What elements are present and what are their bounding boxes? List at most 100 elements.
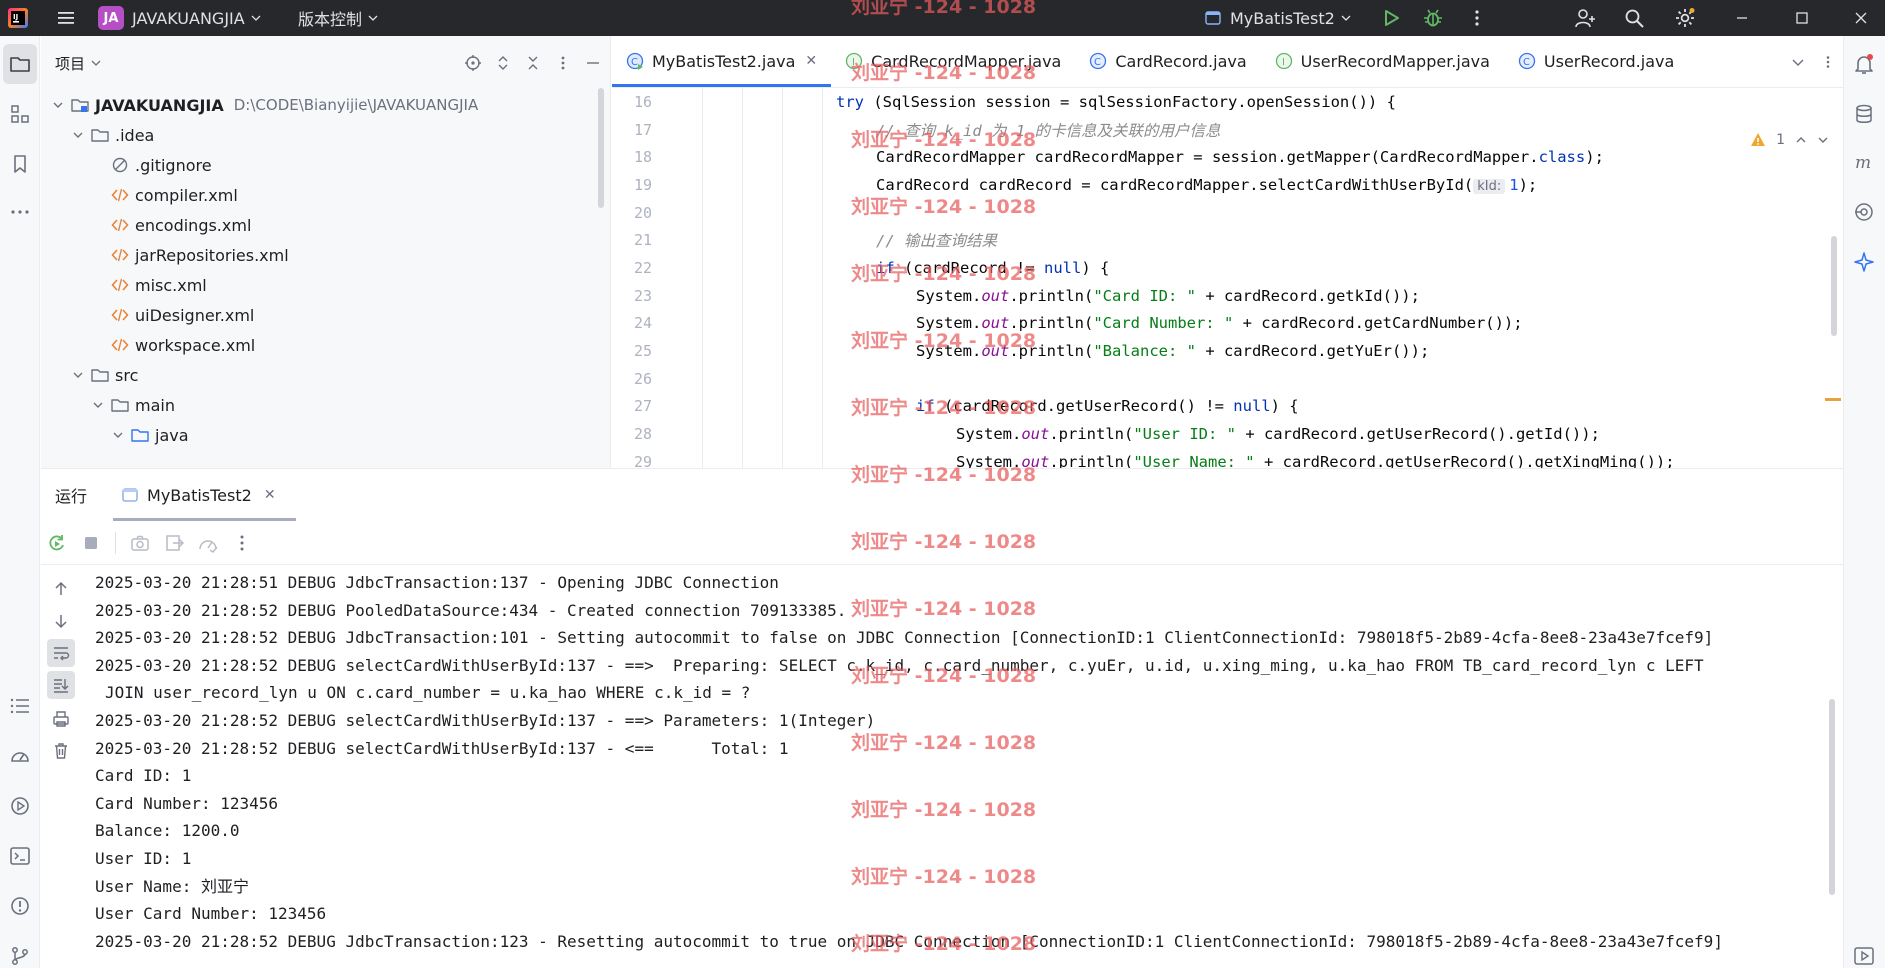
terminal-tool-button[interactable] bbox=[0, 836, 40, 876]
main-menu-button[interactable] bbox=[48, 0, 84, 36]
tree-item-main[interactable]: main bbox=[41, 390, 610, 420]
run-tool-button[interactable] bbox=[1844, 936, 1884, 968]
database-button[interactable] bbox=[1844, 94, 1884, 134]
chevron-down-icon[interactable] bbox=[91, 398, 105, 412]
hide-panel-icon[interactable] bbox=[584, 54, 602, 72]
maximize-icon[interactable] bbox=[1784, 0, 1820, 36]
tab-cardrecord[interactable]: C CardRecord.java bbox=[1075, 36, 1260, 87]
coverage-icon[interactable] bbox=[198, 533, 218, 553]
tree-item-idea[interactable]: .idea bbox=[41, 120, 610, 150]
chevron-down-icon[interactable] bbox=[71, 128, 85, 142]
tree-item-jarrepositories-xml[interactable]: jarRepositories.xml bbox=[41, 240, 610, 270]
tree-item-compiler-xml[interactable]: compiler.xml bbox=[41, 180, 610, 210]
endpoints-button[interactable] bbox=[1844, 192, 1884, 232]
locate-file-icon[interactable] bbox=[464, 54, 482, 72]
tree-item-javakuangjia[interactable]: JAVAKUANGJIA D:\CODE\Bianyijie\JAVAKUANGJ… bbox=[41, 90, 610, 120]
scroll-up-button[interactable] bbox=[47, 575, 75, 603]
project-pane-title[interactable]: 项目 bbox=[55, 53, 85, 74]
console-scrollbar[interactable] bbox=[1829, 699, 1835, 895]
chevron-down-icon[interactable] bbox=[91, 58, 101, 68]
search-button[interactable] bbox=[1616, 0, 1652, 36]
ai-assistant-button[interactable] bbox=[1844, 242, 1884, 282]
close-icon[interactable]: ✕ bbox=[805, 53, 817, 69]
tab-userrecordmapper[interactable]: I UserRecordMapper.java bbox=[1261, 36, 1504, 87]
print-button[interactable] bbox=[47, 705, 75, 733]
debug-bug-icon[interactable] bbox=[1415, 0, 1451, 36]
tree-item-uidesigner-xml[interactable]: uiDesigner.xml bbox=[41, 300, 610, 330]
run-button[interactable] bbox=[1373, 0, 1409, 36]
search-icon[interactable] bbox=[1616, 0, 1652, 36]
svg-text:I: I bbox=[852, 57, 855, 68]
code-with-me-button[interactable] bbox=[1567, 0, 1603, 36]
rerun-icon[interactable] bbox=[47, 533, 67, 553]
stop-icon[interactable] bbox=[81, 533, 101, 553]
chevron-down-icon[interactable] bbox=[1791, 55, 1805, 69]
tree-item-gitignore[interactable]: .gitignore bbox=[41, 150, 610, 180]
problems-tool-button[interactable] bbox=[0, 886, 40, 926]
project-switcher[interactable]: JA JAVAKUANGJIA bbox=[98, 0, 261, 36]
tree-item-workspace-xml[interactable]: workspace.xml bbox=[41, 330, 610, 360]
run-config-selector[interactable]: MyBatisTest2 bbox=[1204, 0, 1351, 36]
run-icon[interactable] bbox=[1373, 0, 1409, 36]
vcs-menu[interactable]: 版本控制 bbox=[298, 0, 378, 36]
chevron-down-icon[interactable] bbox=[71, 368, 85, 382]
console-output[interactable]: 2025-03-20 21:28:51 DEBUG JdbcTransactio… bbox=[95, 569, 1815, 955]
debug-button[interactable] bbox=[1415, 0, 1451, 36]
todo-tool-button[interactable] bbox=[0, 686, 40, 726]
gear-icon[interactable] bbox=[1667, 0, 1703, 36]
more-vertical-icon[interactable] bbox=[1459, 0, 1495, 36]
services-tool-button[interactable] bbox=[0, 786, 40, 826]
clear-all-button[interactable] bbox=[47, 737, 75, 765]
chevron-up-icon[interactable] bbox=[1795, 134, 1807, 146]
chevron-down-icon[interactable] bbox=[51, 98, 65, 112]
more-tools-button[interactable] bbox=[0, 192, 40, 232]
add-user-icon[interactable] bbox=[1567, 0, 1603, 36]
tree-item-misc-xml[interactable]: misc.xml bbox=[41, 270, 610, 300]
code-area[interactable]: 16 try (SqlSession session = sqlSessionFa… bbox=[612, 88, 1843, 468]
tree-item-label: uiDesigner.xml bbox=[135, 305, 255, 325]
tree-item-java[interactable]: java bbox=[41, 420, 610, 450]
more-actions-button[interactable] bbox=[1459, 0, 1495, 36]
tree-item-src[interactable]: src bbox=[41, 360, 610, 390]
collapse-all-icon[interactable] bbox=[524, 54, 542, 72]
git-tool-button[interactable] bbox=[0, 936, 40, 968]
close-icon[interactable] bbox=[1843, 0, 1879, 36]
tree-item-encodings-xml[interactable]: encodings.xml bbox=[41, 210, 610, 240]
more-vertical-icon[interactable] bbox=[554, 54, 572, 72]
editor-scrollbar[interactable] bbox=[1831, 236, 1837, 336]
app-logo[interactable]: IJ bbox=[0, 0, 36, 36]
minimize-icon[interactable] bbox=[1724, 0, 1760, 36]
string-literal: "User ID: " bbox=[1133, 425, 1236, 444]
bookmarks-tool-button[interactable] bbox=[0, 144, 40, 184]
chevron-down-icon[interactable] bbox=[111, 428, 125, 442]
chevron-down-icon[interactable] bbox=[1817, 134, 1829, 146]
scroll-down-button[interactable] bbox=[47, 607, 75, 635]
expand-all-icon[interactable] bbox=[494, 54, 512, 72]
warning-stripe-marker[interactable] bbox=[1825, 398, 1841, 401]
window-maximize-button[interactable] bbox=[1784, 0, 1820, 36]
soft-wrap-toggle[interactable] bbox=[47, 639, 75, 667]
settings-button[interactable] bbox=[1667, 0, 1703, 36]
tab-userrecord[interactable]: C UserRecord.java bbox=[1504, 36, 1688, 87]
inspection-widget[interactable]: 1 bbox=[1750, 132, 1829, 148]
project-tree-scrollbar[interactable] bbox=[598, 88, 604, 208]
intellij-logo-icon[interactable]: IJ bbox=[0, 0, 36, 36]
window-close-button[interactable] bbox=[1843, 0, 1879, 36]
notifications-button[interactable] bbox=[1844, 44, 1884, 84]
tab-mybatistest2[interactable]: C MyBatisTest2.java ✕ bbox=[612, 36, 832, 87]
camera-icon[interactable] bbox=[130, 533, 150, 553]
project-tool-button[interactable] bbox=[3, 44, 37, 84]
exit-icon[interactable] bbox=[164, 533, 184, 553]
run-tab-mybatistest2[interactable]: MyBatisTest2 ✕ bbox=[113, 469, 296, 521]
code-text: System. bbox=[916, 286, 982, 305]
window-minimize-button[interactable] bbox=[1724, 0, 1760, 36]
scroll-to-end-toggle[interactable] bbox=[47, 671, 75, 699]
more-vertical-icon[interactable] bbox=[232, 533, 252, 553]
maven-button[interactable]: m bbox=[1844, 142, 1884, 182]
hamburger-menu-icon[interactable] bbox=[48, 0, 84, 36]
more-vertical-icon[interactable] bbox=[1821, 55, 1835, 69]
tab-cardrecordmapper[interactable]: I CardRecordMapper.java bbox=[831, 36, 1075, 87]
close-icon[interactable]: ✕ bbox=[264, 487, 276, 503]
structure-tool-button[interactable] bbox=[0, 94, 40, 134]
profiler-tool-button[interactable] bbox=[0, 736, 40, 776]
